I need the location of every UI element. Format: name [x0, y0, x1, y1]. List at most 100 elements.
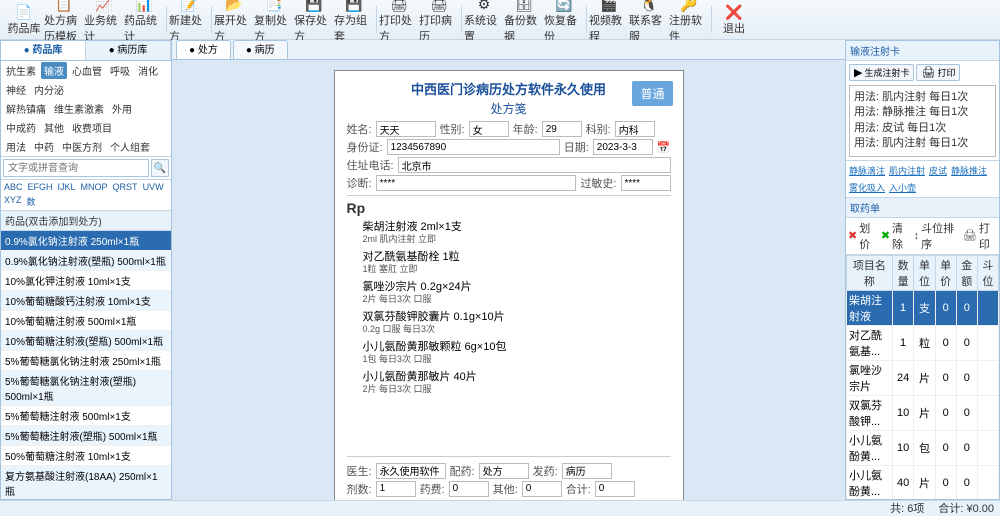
toolbar-业务统计[interactable]: 📈业务统计 [84, 2, 124, 38]
field-name[interactable]: 天天 [376, 121, 436, 137]
toolbar-打印处方[interactable]: 🖨打印处方 [379, 2, 419, 38]
toolbar-联系客服[interactable]: 🐧联系客服 [629, 2, 669, 38]
drug-item[interactable]: 10%葡萄糖注射液 500ml×1瓶 [1, 311, 171, 331]
alpha-IJKL[interactable]: IJKL [56, 181, 78, 193]
date-picker-icon[interactable]: 📅 [657, 141, 671, 154]
left-tab-药品库[interactable]: ● 药品库 [1, 41, 86, 60]
drug-item[interactable]: 10%葡萄糖注射液(塑瓶) 500ml×1瓶 [1, 331, 171, 351]
field-dept[interactable]: 内科 [615, 121, 655, 137]
med-btn-划价[interactable]: ✖划价 [848, 220, 878, 252]
category-个人组套[interactable]: 个人组套 [107, 138, 153, 155]
search-button[interactable]: 🔍 [151, 159, 169, 177]
med-col-斗位[interactable]: 斗位 [977, 255, 998, 290]
med-col-单位[interactable]: 单位 [914, 255, 935, 290]
field-id[interactable]: 1234567890 [387, 139, 560, 155]
category-消化[interactable]: 消化 [135, 62, 161, 79]
category-中医方剂[interactable]: 中医方剂 [59, 138, 105, 155]
field-doses[interactable]: 1 [376, 481, 416, 497]
toolbar-展开处方[interactable]: 📂展开处方 [214, 2, 254, 38]
alpha-XYZ[interactable]: XYZ [2, 194, 24, 209]
drug-item[interactable]: 10%氯化钾注射液 10ml×1支 [1, 271, 171, 291]
category-收费项目[interactable]: 收费项目 [69, 119, 115, 136]
drug-item[interactable]: 50%葡萄糖注射液 10ml×1支 [1, 446, 171, 466]
toolbar-视频教程[interactable]: 🎬视频教程 [589, 2, 629, 38]
alpha-QRST[interactable]: QRST [111, 181, 140, 193]
field-tel[interactable]: 北京市 [398, 157, 671, 173]
toolbar-存为组套[interactable]: 💾存为组套 [334, 2, 374, 38]
med-btn-斗位排序[interactable]: ↕斗位排序 [914, 220, 960, 252]
med-row[interactable]: 对乙酰氨基...1粒00 [847, 325, 999, 360]
search-input[interactable] [3, 159, 149, 177]
drug-item[interactable]: 5%葡萄糖氯化钠注射液(塑瓶) 500ml×1瓶 [1, 371, 171, 406]
category-其他[interactable]: 其他 [41, 119, 67, 136]
category-内分泌[interactable]: 内分泌 [31, 81, 67, 98]
field-sex[interactable]: 女 [469, 121, 509, 137]
med-row[interactable]: 柴胡注射液1支00 [847, 290, 999, 325]
rx-medication[interactable]: 对乙酰氨基酚栓 1粒1粒 塞肛 立即 [363, 250, 671, 276]
category-维生素激素[interactable]: 维生素激素 [51, 100, 107, 117]
rx-medication[interactable]: 小儿氨酚黄那敏片 40片2片 每日3次 口服 [363, 370, 671, 396]
toolbar-备份数据[interactable]: 🗄备份数据 [504, 2, 544, 38]
alpha-MNOP[interactable]: MNOP [79, 181, 110, 193]
field-history[interactable]: 病历 [562, 463, 612, 479]
field-total[interactable]: 0 [595, 481, 635, 497]
toolbar-新建处方[interactable]: 📝新建处方 [169, 2, 209, 38]
category-输液[interactable]: 输液 [41, 62, 67, 79]
drug-item[interactable]: 10%葡萄糖酸钙注射液 10ml×1支 [1, 291, 171, 311]
alpha-ABC[interactable]: ABC [2, 181, 25, 193]
toolbar-处方病历模板[interactable]: 📋处方病历模板 [44, 2, 84, 38]
category-抗生素[interactable]: 抗生素 [3, 62, 39, 79]
inject-btn-打印[interactable]: 🖨打印 [916, 64, 960, 81]
toolbar-药品库[interactable]: 📄药品库 [4, 2, 44, 38]
toolbar-注册软件[interactable]: 🔑注册软件 [669, 2, 709, 38]
field-fee[interactable]: 0 [449, 481, 489, 497]
med-row[interactable]: 双氯芬酸钾...10片00 [847, 395, 999, 430]
toolbar-退出[interactable]: ❌退出 [714, 2, 754, 38]
category-解热镇痛[interactable]: 解热镇痛 [3, 100, 49, 117]
link-雾化吸入[interactable]: 雾化吸入 [849, 181, 885, 194]
drug-list[interactable]: 0.9%氯化钠注射液 250ml×1瓶0.9%氯化钠注射液(塑瓶) 500ml×… [1, 231, 171, 499]
med-row[interactable]: 小儿氨酚黄...40片00 [847, 465, 999, 499]
drug-item[interactable]: 5%葡萄糖注射液 500ml×1支 [1, 406, 171, 426]
category-呼吸[interactable]: 呼吸 [107, 62, 133, 79]
toolbar-恢复备份[interactable]: 🔄恢复备份 [544, 2, 584, 38]
field-diagnosis[interactable]: **** [376, 175, 577, 191]
med-btn-清除[interactable]: ✖清除 [881, 220, 911, 252]
inject-btn-生成注射卡[interactable]: ▶生成注射卡 [849, 64, 914, 81]
field-other[interactable]: 0 [522, 481, 562, 497]
drug-item[interactable]: 0.9%氯化钠注射液(塑瓶) 500ml×1瓶 [1, 251, 171, 271]
category-中药[interactable]: 中药 [31, 138, 57, 155]
rx-medication[interactable]: 小儿氨酚黄那敏颗粒 6g×10包1包 每日3次 口服 [363, 340, 671, 366]
rx-medication[interactable]: 氯唑沙宗片 0.2g×24片2片 每日3次 口服 [363, 280, 671, 306]
field-date[interactable]: 2023-3-3 [593, 139, 653, 155]
link-入小壶[interactable]: 入小壶 [889, 181, 916, 194]
rx-medication[interactable]: 双氯芬酸钾胶囊片 0.1g×10片0.2g 口服 每日3次 [363, 310, 671, 336]
toolbar-打印病历[interactable]: 🖨打印病历 [419, 2, 459, 38]
link-静脉推注[interactable]: 静脉推注 [951, 164, 987, 177]
category-用法[interactable]: 用法 [3, 138, 29, 155]
category-心血管[interactable]: 心血管 [69, 62, 105, 79]
center-tab-处方[interactable]: ● 处方 [176, 40, 231, 59]
toolbar-复制处方[interactable]: 📑复制处方 [254, 2, 294, 38]
link-静脉滴注[interactable]: 静脉滴注 [849, 164, 885, 177]
left-tab-病历库[interactable]: ● 病历库 [86, 41, 171, 60]
med-row[interactable]: 氯唑沙宗片24片00 [847, 360, 999, 395]
toolbar-药品统计[interactable]: 📊药品统计 [124, 2, 164, 38]
med-col-数量[interactable]: 数量 [892, 255, 914, 290]
category-中成药[interactable]: 中成药 [3, 119, 39, 136]
field-allergy[interactable]: **** [621, 175, 671, 191]
alpha-EFGH[interactable]: EFGH [26, 181, 55, 193]
alpha-UVW[interactable]: UVW [141, 181, 166, 193]
rx-medication[interactable]: 柴胡注射液 2ml×1支2ml 肌内注射 立即 [363, 220, 671, 246]
category-外用[interactable]: 外用 [109, 100, 135, 117]
drug-item[interactable]: 5%葡萄糖注射液(塑瓶) 500ml×1瓶 [1, 426, 171, 446]
center-tab-病历[interactable]: ● 病历 [233, 40, 288, 59]
drug-item[interactable]: 复方氨基酸注射液(18AA) 250ml×1瓶 [1, 466, 171, 499]
med-row[interactable]: 小儿氨酚黄...10包00 [847, 430, 999, 465]
drug-item[interactable]: 5%葡萄糖氯化钠注射液 250ml×1瓶 [1, 351, 171, 371]
category-神经[interactable]: 神经 [3, 81, 29, 98]
field-doctor[interactable]: 永久使用软件 [376, 463, 446, 479]
toolbar-系统设置[interactable]: ⚙系统设置 [464, 2, 504, 38]
field-age[interactable]: 29 [542, 121, 582, 137]
drug-item[interactable]: 0.9%氯化钠注射液 250ml×1瓶 [1, 231, 171, 251]
